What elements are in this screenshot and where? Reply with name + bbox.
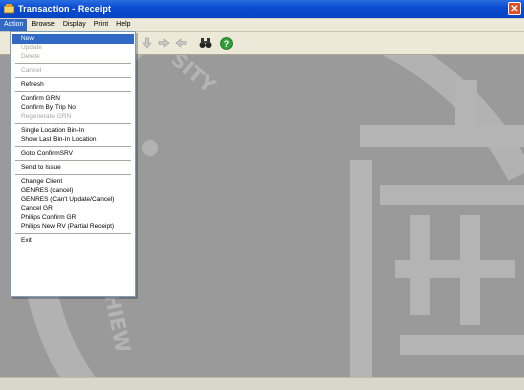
menu-action[interactable]: Action — [0, 19, 28, 31]
menu-separator — [15, 146, 131, 147]
svg-text:?: ? — [223, 39, 229, 49]
menu-item-send-to-issue[interactable]: Send to Issue — [12, 163, 134, 173]
menu-separator — [15, 233, 131, 234]
window-title: Transaction - Receipt — [18, 4, 112, 14]
menu-display[interactable]: Display — [59, 19, 90, 31]
menu-print[interactable]: Print — [90, 19, 112, 31]
status-bar — [0, 377, 524, 390]
menu-item-philips-new-rv-partial-receipt[interactable]: Philips New RV (Partial Receipt) — [12, 222, 134, 232]
menu-item-exit[interactable]: Exit — [12, 236, 134, 246]
help-icon[interactable]: ? — [219, 36, 233, 50]
menu-help[interactable]: Help — [112, 19, 134, 31]
menu-item-regenerate-grn: Regenerate GRN — [21, 113, 72, 120]
menu-item-show-last-bin-in-location[interactable]: Show Last Bin-In Location — [12, 135, 134, 145]
arrow-down-icon[interactable] — [140, 36, 154, 50]
app-icon — [3, 4, 15, 14]
menu-separator — [15, 63, 131, 64]
title-bar: Transaction - Receipt ✕ — [0, 0, 524, 18]
menu-separator — [15, 174, 131, 175]
binoculars-icon[interactable] — [198, 36, 212, 50]
arrow-left-icon[interactable] — [174, 36, 188, 50]
close-button[interactable]: ✕ — [508, 2, 521, 15]
menu-separator — [15, 123, 131, 124]
menu-item-refresh[interactable]: Refresh — [12, 80, 134, 90]
menu-separator — [15, 160, 131, 161]
menu-item-cancel: Cancel — [21, 67, 42, 74]
action-menu: New Update Delete Cancel Refresh Confirm GRN C… — [10, 31, 136, 297]
menu-item-goto-confirmsrv[interactable]: Goto ConfirmSRV — [12, 149, 134, 159]
menu-separator — [15, 91, 131, 92]
menu-separator — [15, 77, 131, 78]
menu-item-delete: Delete — [21, 53, 40, 60]
arrow-right-icon[interactable] — [157, 36, 171, 50]
menu-browse[interactable]: Browse — [27, 19, 58, 31]
